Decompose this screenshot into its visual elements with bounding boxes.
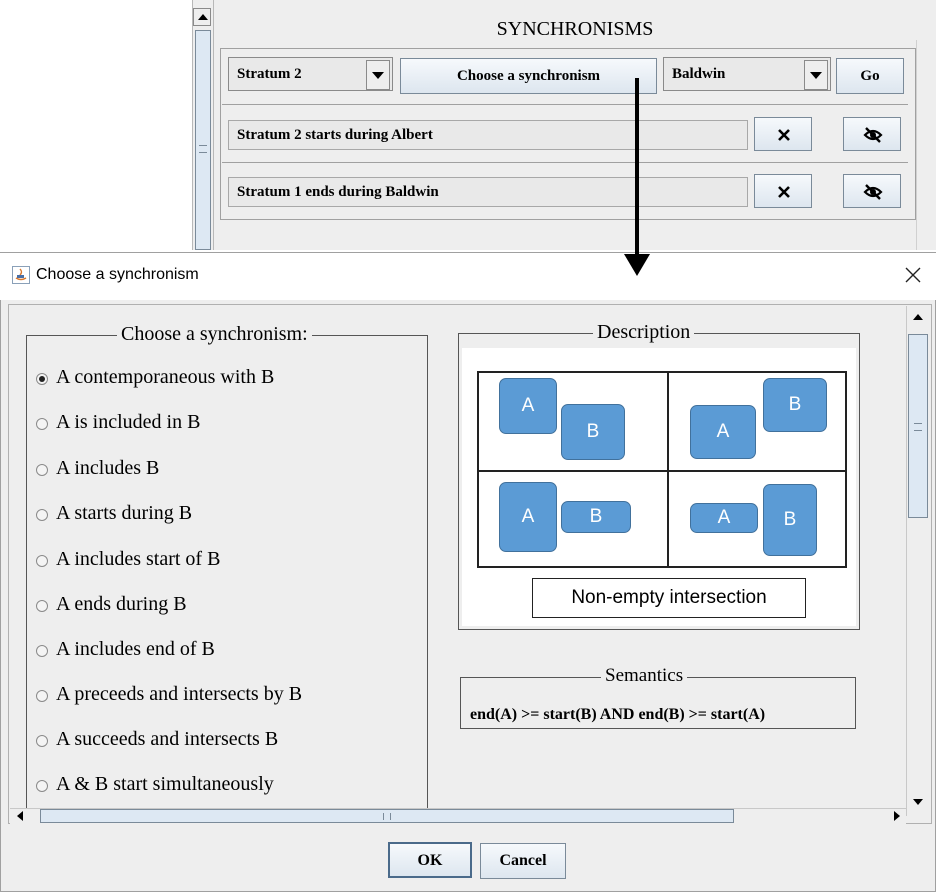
delete-button[interactable]: [754, 174, 812, 208]
option-includes[interactable]: A includes B: [36, 457, 416, 485]
option-preceeds-intersects[interactable]: A preceeds and intersects by B: [36, 683, 416, 711]
option-includes-end[interactable]: A includes end of B: [36, 638, 416, 666]
radio-icon[interactable]: [36, 509, 48, 521]
scroll-down-arrow-icon[interactable]: [908, 792, 928, 812]
hide-button[interactable]: [843, 117, 901, 151]
baldwin-combo-value: Baldwin: [672, 66, 726, 82]
block-a: A: [690, 503, 758, 533]
scroll-up-arrow-icon[interactable]: [193, 8, 211, 26]
scroll-right-arrow-icon[interactable]: [890, 810, 904, 822]
chevron-down-icon[interactable]: [366, 60, 390, 90]
option-included-in[interactable]: A is included in B: [36, 411, 416, 439]
arrow-down-icon: [624, 254, 650, 276]
close-icon: [778, 129, 790, 141]
radio-selected-icon[interactable]: [36, 373, 48, 385]
description-group-title: Description: [593, 321, 695, 344]
radio-icon[interactable]: [36, 645, 48, 657]
baldwin-combo[interactable]: Baldwin: [663, 57, 831, 91]
radio-icon[interactable]: [36, 780, 48, 792]
options-group-title: Choose a synchronism:: [117, 323, 312, 346]
divider: [222, 162, 908, 163]
close-icon[interactable]: [900, 262, 926, 288]
radio-icon[interactable]: [36, 690, 48, 702]
option-starts-during[interactable]: A starts during B: [36, 502, 416, 530]
radio-icon[interactable]: [36, 418, 48, 430]
semantics-formula: end(A) >= start(B) AND end(B) >= start(A…: [470, 706, 766, 723]
left-panel: [0, 0, 192, 250]
java-app-icon: [12, 266, 30, 284]
block-b: B: [763, 378, 827, 432]
scrollbar-thumb[interactable]: [908, 334, 928, 518]
scrollbar-thumb[interactable]: [40, 809, 734, 823]
dialog-title: Choose a synchronism: [36, 266, 199, 283]
diagram-divider: [479, 470, 845, 472]
scroll-left-arrow-icon[interactable]: [14, 810, 28, 822]
radio-icon[interactable]: [36, 735, 48, 747]
block-a: A: [499, 482, 557, 552]
synchronisms-scrollbar[interactable]: [916, 40, 936, 250]
block-b: B: [561, 404, 625, 460]
block-b: B: [561, 501, 631, 533]
option-succeeds-intersects[interactable]: A succeeds and intersects B: [36, 728, 416, 756]
scrollbar-thumb[interactable]: [195, 30, 211, 250]
description-caption: Non-empty intersection: [532, 578, 806, 618]
eye-slash-icon: [863, 127, 883, 143]
close-icon: [778, 186, 790, 198]
block-a: A: [690, 405, 756, 459]
synchronism-row-text: Stratum 1 ends during Baldwin: [237, 184, 439, 200]
block-b: B: [763, 484, 817, 556]
option-start-simultaneously[interactable]: A & B start simultaneously: [36, 773, 416, 801]
option-contemporaneous[interactable]: A contemporaneous with B: [36, 366, 416, 394]
delete-button[interactable]: [754, 117, 812, 151]
go-button[interactable]: Go: [836, 58, 904, 94]
radio-icon[interactable]: [36, 600, 48, 612]
block-a: A: [499, 378, 557, 434]
synchronism-diagram: A B A B A B A B: [477, 371, 847, 568]
choose-synchronism-button[interactable]: Choose a synchronism: [400, 58, 657, 94]
synchronism-row: Stratum 2 starts during Albert: [228, 120, 748, 150]
radio-icon[interactable]: [36, 555, 48, 567]
synchronisms-title: SYNCHRONISMS: [496, 18, 654, 40]
annotation-arrow: [635, 78, 639, 256]
option-ends-during[interactable]: A ends during B: [36, 593, 416, 621]
option-includes-start[interactable]: A includes start of B: [36, 548, 416, 576]
synchronism-row: Stratum 1 ends during Baldwin: [228, 177, 748, 207]
stratum-combo-value: Stratum 2: [237, 66, 302, 82]
eye-slash-icon: [863, 184, 883, 200]
stratum-combo[interactable]: Stratum 2: [228, 57, 393, 91]
radio-icon[interactable]: [36, 464, 48, 476]
scroll-up-arrow-icon[interactable]: [908, 308, 928, 328]
semantics-group-title: Semantics: [601, 665, 688, 687]
cancel-button[interactable]: Cancel: [480, 843, 566, 879]
ok-button[interactable]: OK: [388, 842, 472, 878]
hide-button[interactable]: [843, 174, 901, 208]
chevron-down-icon[interactable]: [804, 60, 828, 90]
synchronism-row-text: Stratum 2 starts during Albert: [237, 127, 433, 143]
divider: [222, 104, 908, 105]
